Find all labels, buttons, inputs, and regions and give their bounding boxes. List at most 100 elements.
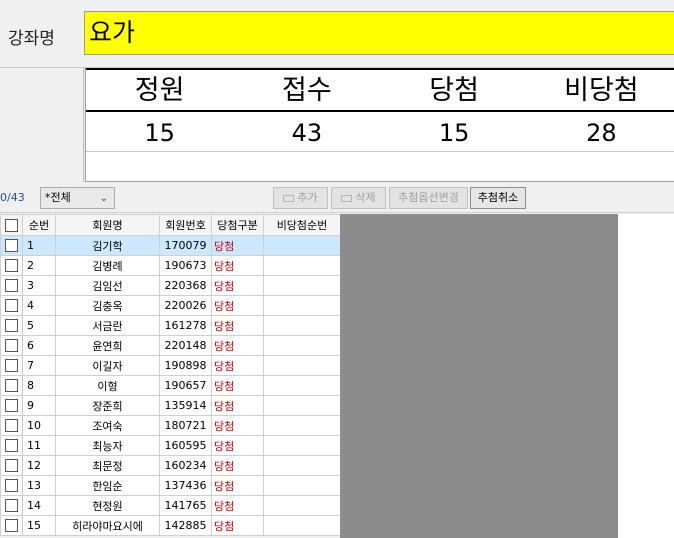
row-result: 당첨 bbox=[211, 315, 264, 336]
row-result: 당첨 bbox=[211, 395, 264, 416]
row-not-won-rank bbox=[263, 235, 341, 256]
summary-header-received: 접수 bbox=[282, 75, 332, 106]
row-checkbox[interactable] bbox=[0, 355, 23, 376]
row-not-won-rank bbox=[263, 335, 341, 356]
row-member-name: 김병례 bbox=[55, 255, 160, 276]
table-row[interactable]: 7 이길자 190898 당첨 bbox=[0, 355, 341, 376]
checkbox-icon bbox=[5, 279, 18, 293]
member-table: 순번 회원명 회원번호 당첨구분 비당첨순번 1 김기학 170079 당첨 2 김병례 1… bbox=[0, 214, 341, 536]
row-checkbox[interactable] bbox=[0, 495, 23, 516]
table-row[interactable]: 14 현정원 141765 당첨 bbox=[0, 495, 341, 516]
row-member-id: 141765 bbox=[159, 495, 212, 516]
row-member-id: 220148 bbox=[159, 335, 212, 356]
column-header-no[interactable]: 순번 bbox=[22, 214, 56, 236]
table-row[interactable]: 13 한임순 137436 당첨 bbox=[0, 475, 341, 496]
row-not-won-rank bbox=[263, 255, 341, 276]
table-row[interactable]: 6 윤연희 220148 당첨 bbox=[0, 335, 341, 356]
row-no: 3 bbox=[22, 275, 56, 296]
table-row[interactable]: 11 최능자 160595 당첨 bbox=[0, 435, 341, 456]
table-row[interactable]: 3 김임선 220368 당첨 bbox=[0, 275, 341, 296]
row-not-won-rank bbox=[263, 315, 341, 336]
checkbox-icon bbox=[5, 379, 18, 393]
delete-button[interactable]: 삭제 bbox=[331, 187, 386, 209]
row-member-id: 160595 bbox=[159, 435, 212, 456]
select-all-checkbox[interactable] bbox=[0, 214, 23, 236]
row-checkbox[interactable] bbox=[0, 255, 23, 276]
draw-option-change-button[interactable]: 추첨옵션변경 bbox=[389, 187, 468, 209]
row-member-name: 김임선 bbox=[55, 275, 160, 296]
checkbox-icon bbox=[5, 519, 18, 533]
table-row[interactable]: 15 히라야마요시에 142885 당첨 bbox=[0, 515, 341, 536]
checkbox-icon bbox=[5, 299, 18, 313]
row-member-id: 190898 bbox=[159, 355, 212, 376]
table-header-row: 순번 회원명 회원번호 당첨구분 비당첨순번 bbox=[0, 214, 341, 236]
row-checkbox[interactable] bbox=[0, 395, 23, 416]
filter-select-value: *전체 bbox=[45, 191, 71, 204]
summary-values: 15 43 15 28 bbox=[86, 112, 674, 152]
row-result: 당첨 bbox=[211, 375, 264, 396]
filter-select[interactable]: *전체 ⌄ bbox=[40, 187, 115, 209]
row-member-id: 142885 bbox=[159, 515, 212, 536]
member-grid: 순번 회원명 회원번호 당첨구분 비당첨순번 1 김기학 170079 당첨 2 김병례 1… bbox=[0, 214, 341, 536]
chevron-down-icon: ⌄ bbox=[99, 193, 108, 204]
row-member-id: 137436 bbox=[159, 475, 212, 496]
row-member-name: 김기학 bbox=[55, 235, 160, 256]
cancel-draw-button[interactable]: 추첨취소 bbox=[470, 187, 526, 209]
row-not-won-rank bbox=[263, 435, 341, 456]
table-row[interactable]: 12 최문정 160234 당첨 bbox=[0, 455, 341, 476]
checkbox-icon bbox=[5, 239, 18, 253]
column-header-result[interactable]: 당첨구분 bbox=[211, 214, 264, 236]
checkbox-icon bbox=[5, 439, 18, 453]
toolbar: 0/43 *전체 ⌄ 추가 삭제 추첨옵션변경 추첨취소 bbox=[0, 183, 674, 213]
summary-header-capacity: 정원 bbox=[134, 75, 185, 106]
checkbox-icon bbox=[5, 399, 18, 413]
row-member-name: 조여숙 bbox=[55, 415, 160, 436]
row-checkbox[interactable] bbox=[0, 335, 23, 356]
checkbox-icon bbox=[5, 218, 18, 232]
row-checkbox[interactable] bbox=[0, 235, 23, 256]
row-checkbox[interactable] bbox=[0, 415, 23, 436]
row-member-id: 170079 bbox=[159, 235, 212, 256]
row-checkbox[interactable] bbox=[0, 515, 23, 536]
summary-header-won: 당첨 bbox=[429, 75, 479, 106]
row-no: 15 bbox=[22, 515, 56, 536]
checkbox-icon bbox=[5, 479, 18, 493]
summary-panel: 정원 접수 당첨 비당첨 15 43 15 28 bbox=[85, 68, 674, 182]
add-button[interactable]: 추가 bbox=[273, 187, 328, 209]
row-checkbox[interactable] bbox=[0, 435, 23, 456]
row-checkbox[interactable] bbox=[0, 295, 23, 316]
row-checkbox[interactable] bbox=[0, 315, 23, 336]
row-no: 2 bbox=[22, 255, 56, 276]
row-member-name: 장준희 bbox=[55, 395, 160, 416]
row-member-name: 현정원 bbox=[55, 495, 160, 516]
table-row[interactable]: 9 장준희 135914 당첨 bbox=[0, 395, 341, 416]
row-member-name: 히라야마요시에 bbox=[55, 515, 160, 536]
table-row[interactable]: 2 김병례 190673 당첨 bbox=[0, 255, 341, 276]
row-checkbox[interactable] bbox=[0, 475, 23, 496]
row-checkbox[interactable] bbox=[0, 275, 23, 296]
table-row[interactable]: 10 조여숙 180721 당첨 bbox=[0, 415, 341, 436]
course-name-field[interactable]: 요가 bbox=[84, 11, 674, 55]
column-header-member-id[interactable]: 회원번호 bbox=[159, 214, 212, 236]
row-result: 당첨 bbox=[211, 475, 264, 496]
checkbox-icon bbox=[5, 459, 18, 473]
column-header-name[interactable]: 회원명 bbox=[55, 214, 160, 236]
row-not-won-rank bbox=[263, 515, 341, 536]
table-row[interactable]: 4 김충옥 220026 당첨 bbox=[0, 295, 341, 316]
row-checkbox[interactable] bbox=[0, 455, 23, 476]
row-not-won-rank bbox=[263, 495, 341, 516]
delete-icon bbox=[341, 194, 353, 202]
table-row[interactable]: 1 김기학 170079 당첨 bbox=[0, 235, 341, 256]
row-member-name: 이길자 bbox=[55, 355, 160, 376]
row-no: 12 bbox=[22, 455, 56, 476]
row-checkbox[interactable] bbox=[0, 375, 23, 396]
row-no: 6 bbox=[22, 335, 56, 356]
checkbox-icon bbox=[5, 419, 18, 433]
checkbox-icon bbox=[5, 499, 18, 513]
row-member-name: 최문정 bbox=[55, 455, 160, 476]
column-header-not-won-rank[interactable]: 비당첨순번 bbox=[263, 214, 341, 236]
row-no: 1 bbox=[22, 235, 56, 256]
row-not-won-rank bbox=[263, 475, 341, 496]
table-row[interactable]: 8 이형 190657 당첨 bbox=[0, 375, 341, 396]
table-row[interactable]: 5 서금란 161278 당첨 bbox=[0, 315, 341, 336]
